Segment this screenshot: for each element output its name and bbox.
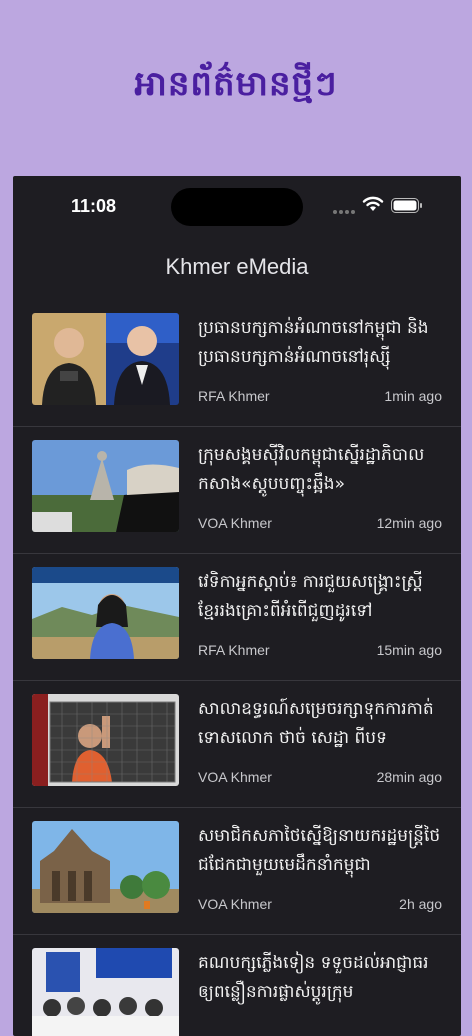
promo-title: អានព័ត៌មានថ្មីៗ [134, 64, 338, 104]
news-item[interactable]: សាលាឧទ្ធរណ៍សម្រេចរក្សាទុកការកាត់ទោសលោក ថ… [13, 681, 461, 808]
news-time: 1min ago [384, 388, 442, 404]
news-headline: សមាជិកសភាថៃស្នើឱ្យនាយករដ្ឋមន្ត្រីថៃជជែកជ… [198, 826, 441, 875]
news-item[interactable]: ក្រុមសង្គមស៊ីវិលកម្ពុជាស្នើរដ្ឋាភិបាលកសា… [13, 427, 461, 554]
news-source: VOA Khmer [198, 515, 272, 531]
status-time: 11:08 [71, 196, 117, 216]
news-source: VOA Khmer [198, 769, 272, 785]
news-item[interactable]: គណបក្សភ្លើងទៀន ទទួចដល់អាជ្ញាធរឲ្យពន្លឿនក… [13, 935, 461, 1036]
status-bar: 11:08 [13, 176, 461, 236]
cellular-signal-icon [333, 210, 355, 214]
news-headline: វេទិកាអ្នកស្តាប់៖ ការជួយសង្គ្រោះស្ត្រីខ្… [198, 572, 423, 621]
battery-icon [391, 198, 422, 213]
dynamic-island [171, 188, 303, 226]
news-thumbnail [32, 440, 179, 532]
news-headline: សាលាឧទ្ធរណ៍សម្រេចរក្សាទុកការកាត់ទោសលោក ថ… [198, 699, 434, 748]
news-source: RFA Khmer [198, 642, 270, 658]
wifi-icon [362, 196, 384, 211]
news-source: VOA Khmer [198, 896, 272, 912]
news-list: ប្រធានបក្សកាន់អំណាចនៅកម្ពុជា និងប្រធានបក… [13, 300, 461, 1036]
news-thumbnail [32, 948, 179, 1036]
news-time: 15min ago [376, 642, 442, 658]
news-headline: គណបក្សភ្លើងទៀន ទទួចដល់អាជ្ញាធរឲ្យពន្លឿនក… [198, 953, 429, 1002]
news-headline: ក្រុមសង្គមស៊ីវិលកម្ពុជាស្នើរដ្ឋាភិបាលកសា… [198, 445, 425, 494]
news-thumbnail [32, 821, 179, 913]
news-source: RFA Khmer [198, 388, 270, 404]
app-title: Khmer eMedia [165, 254, 309, 279]
news-time: 12min ago [376, 515, 442, 531]
news-item[interactable]: សមាជិកសភាថៃស្នើឱ្យនាយករដ្ឋមន្ត្រីថៃជជែកជ… [13, 808, 461, 935]
news-thumbnail [32, 694, 179, 786]
news-time: 2h ago [399, 896, 442, 912]
news-item[interactable]: ប្រធានបក្សកាន់អំណាចនៅកម្ពុជា និងប្រធានបក… [13, 300, 461, 427]
news-thumbnail [32, 567, 179, 659]
news-thumbnail [32, 313, 179, 405]
news-item[interactable]: វេទិកាអ្នកស្តាប់៖ ការជួយសង្គ្រោះស្ត្រីខ្… [13, 554, 461, 681]
news-time: 28min ago [376, 769, 442, 785]
phone-screen: 11:08 Khmer eMedia ប្រធានបក្សកាន់អំណាចនៅ… [13, 176, 461, 1036]
news-headline: ប្រធានបក្សកាន់អំណាចនៅកម្ពុជា និងប្រធានបក… [198, 318, 429, 367]
